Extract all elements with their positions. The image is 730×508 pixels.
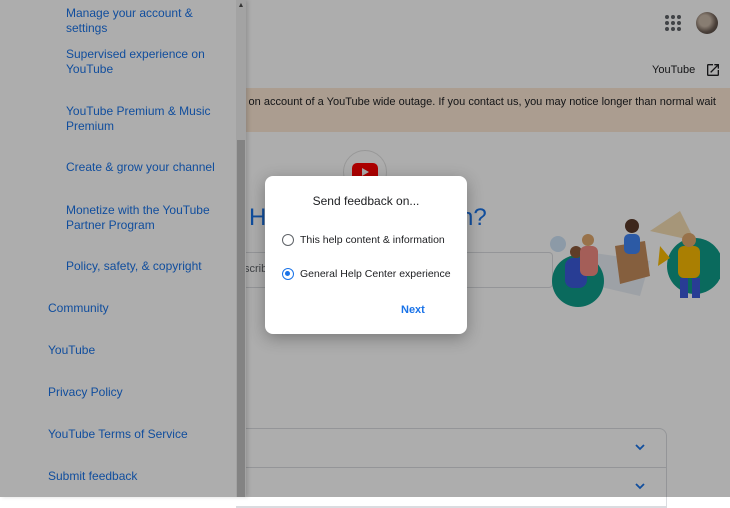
feedback-option-help-center[interactable]: General Help Center experience <box>282 268 451 280</box>
help-center-page: YouTube s on account of a YouTube wide o… <box>0 0 730 508</box>
feedback-option-help-content[interactable]: This help content & information <box>282 234 445 246</box>
radio-button[interactable] <box>282 234 294 246</box>
next-button[interactable]: Next <box>401 304 425 316</box>
feedback-dialog: Send feedback on... This help content & … <box>265 176 467 334</box>
radio-button-selected[interactable] <box>282 268 294 280</box>
option-label: This help content & information <box>300 234 445 246</box>
dialog-title: Send feedback on... <box>312 194 420 208</box>
option-label: General Help Center experience <box>300 268 451 280</box>
